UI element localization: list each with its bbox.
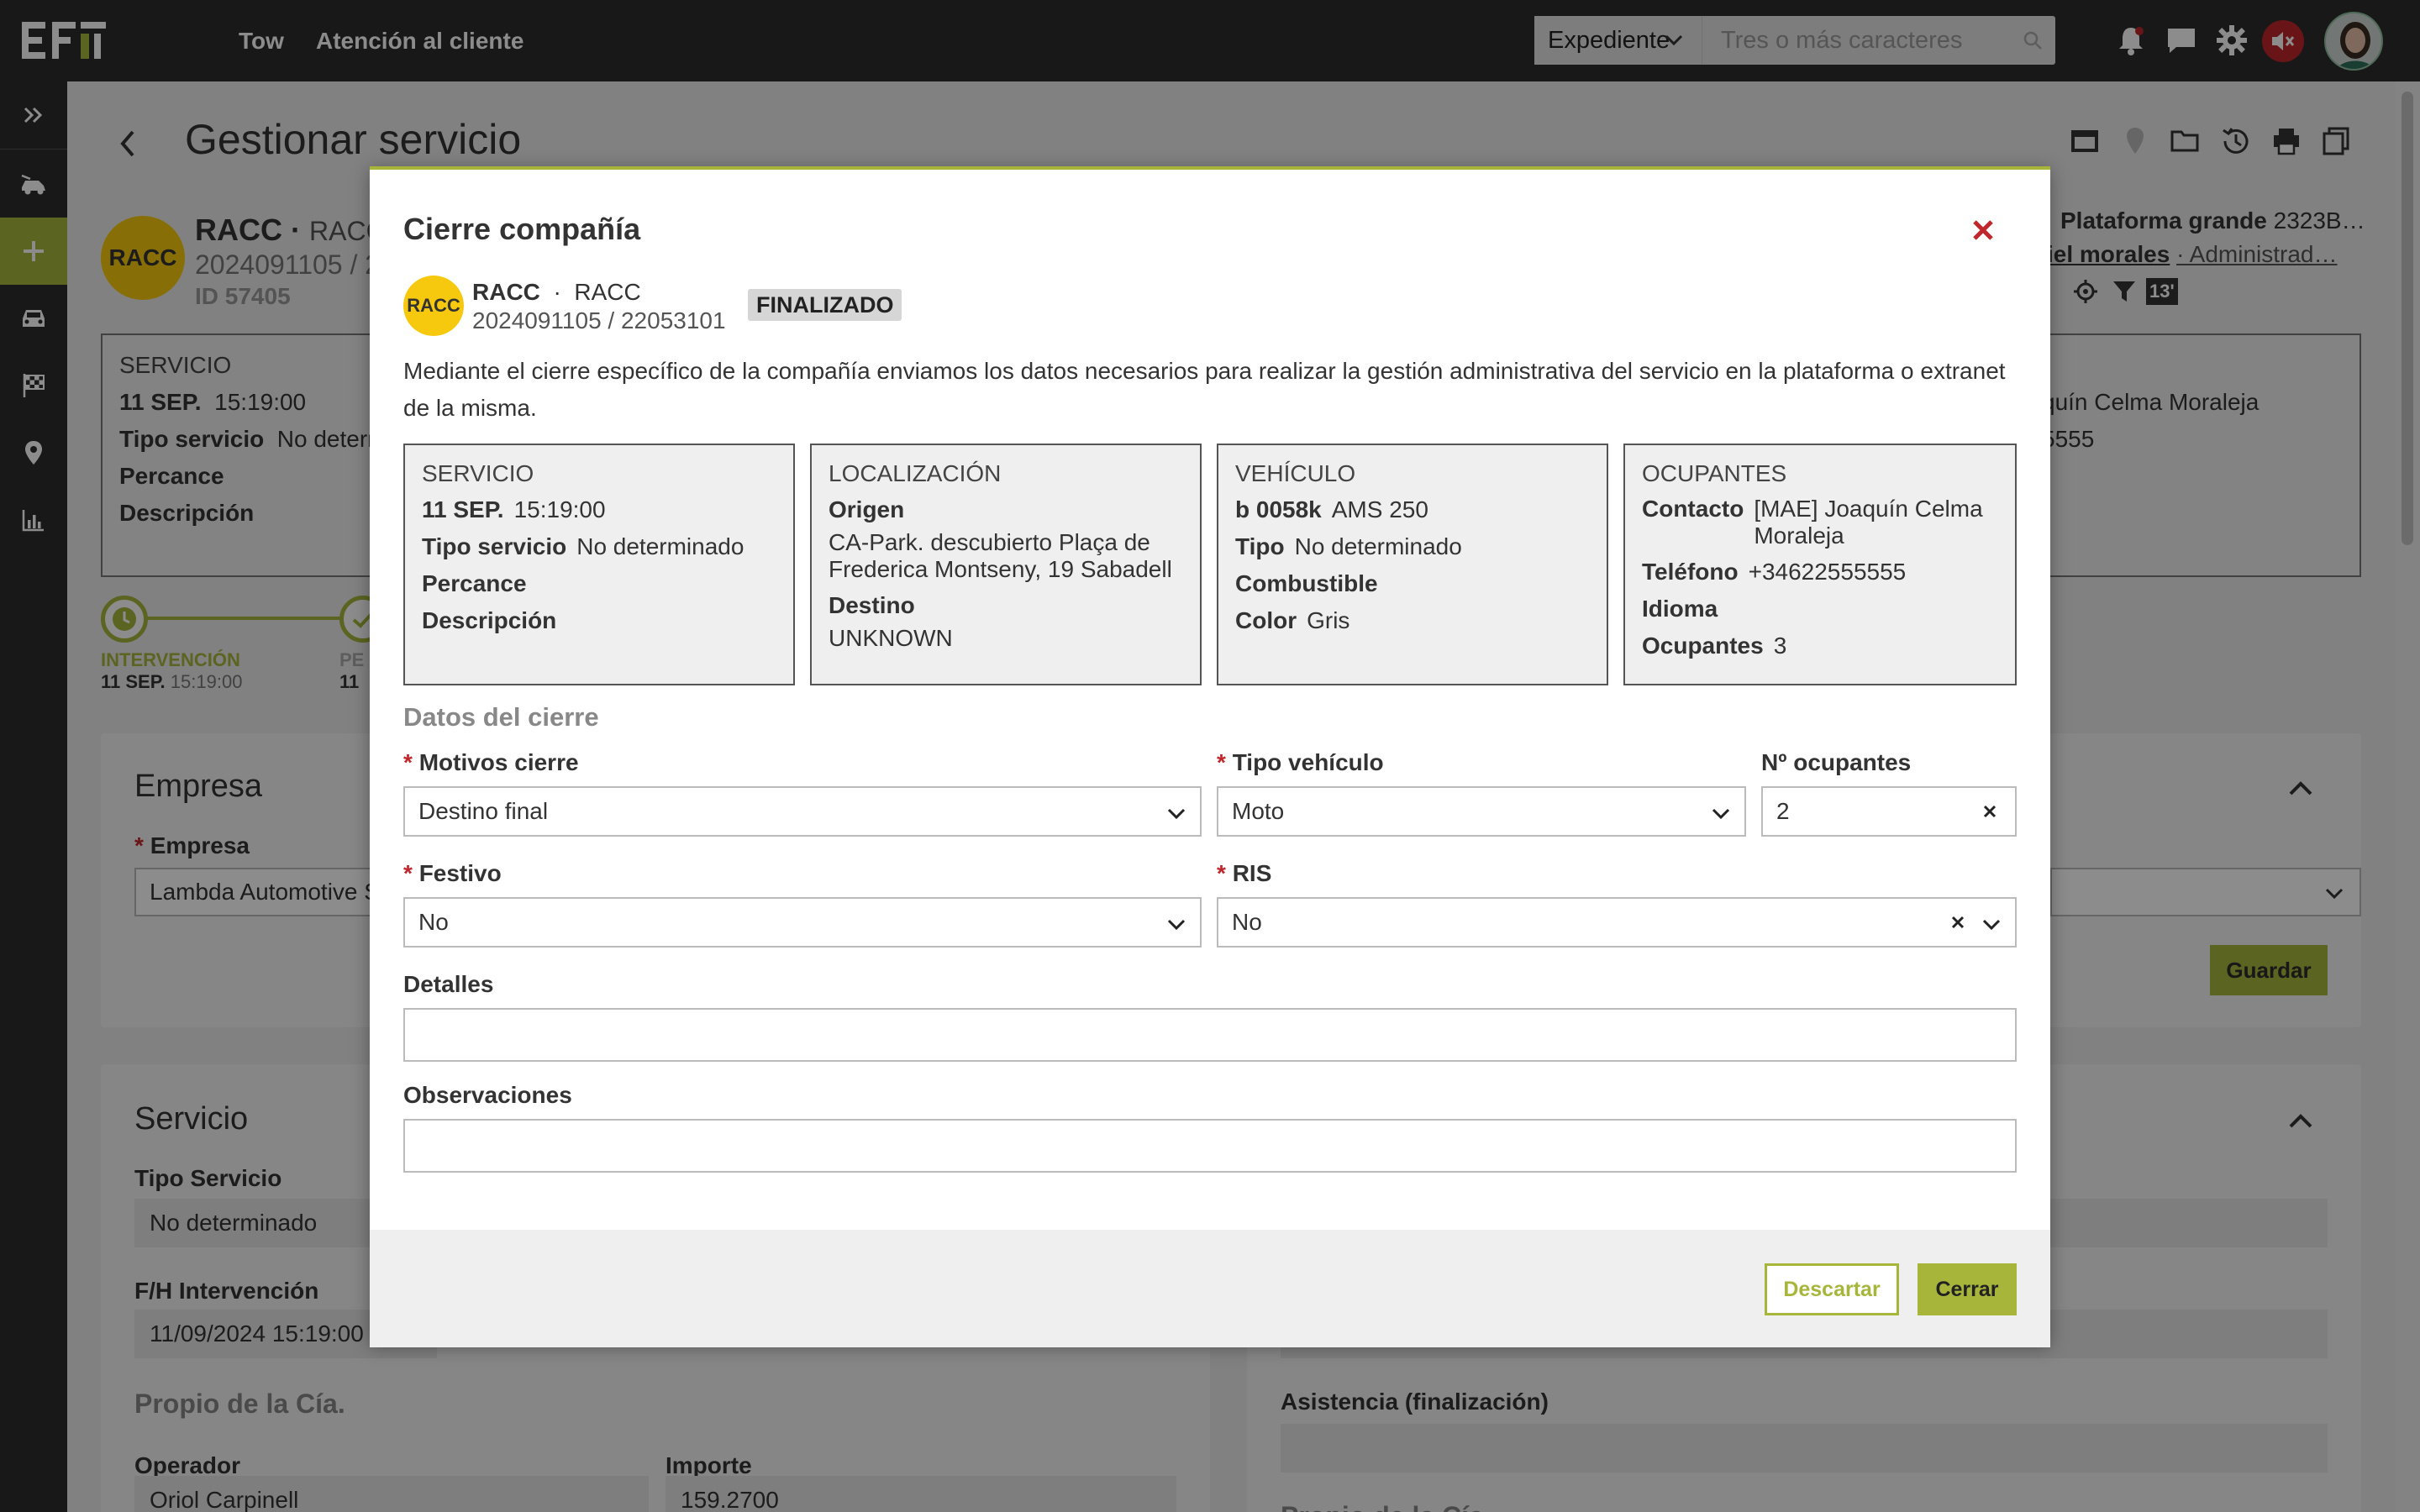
- festivo-value: No: [418, 909, 449, 935]
- vehiculo-plate-model: b 0058k AMS 250: [1235, 496, 1428, 522]
- modal-footer: Descartar Cerrar: [370, 1230, 2050, 1347]
- modal-company-title: RACC · RACC: [472, 279, 641, 305]
- modal-title: Cierre compañía: [403, 212, 641, 246]
- modal-service-ref: 2024091105 / 22053101: [472, 307, 726, 333]
- datos-cierre-title: Datos del cierre: [403, 702, 599, 732]
- observaciones-input[interactable]: [403, 1119, 2017, 1173]
- detalles-input[interactable]: [403, 1008, 2017, 1062]
- ris-select[interactable]: No: [1217, 897, 2017, 948]
- ocupantes-box-title: OCUPANTES: [1642, 460, 1787, 486]
- vehiculo-color: Color Gris: [1235, 607, 1350, 633]
- chevron-down-icon: [1712, 808, 1730, 820]
- status-badge: FINALIZADO: [748, 289, 902, 321]
- clear-icon[interactable]: [1948, 912, 1968, 932]
- cierre-compania-modal: Cierre compañía RACC RACC · RACC 2024091…: [370, 166, 2050, 1347]
- ocupantes-contacto: Contacto [MAE] Joaquín Celma Moraleja: [1642, 496, 1983, 549]
- chevron-down-icon: [1167, 808, 1186, 820]
- vehiculo-summary-box: VEHÍCULO b 0058k AMS 250 Tipo No determina…: [1217, 444, 1608, 685]
- descartar-button[interactable]: Descartar: [1765, 1263, 1899, 1315]
- servicio-percance: Percance: [422, 570, 527, 596]
- vehiculo-combustible: Combustible: [1235, 570, 1378, 596]
- close-icon[interactable]: [1966, 213, 2000, 247]
- ocupantes-summary-box: OCUPANTES Contacto [MAE] Joaquín Celma Mo…: [1623, 444, 2017, 685]
- ocupantes-count: Ocupantes 3: [1642, 633, 1787, 659]
- tipo-vehiculo-select[interactable]: Moto: [1217, 786, 1746, 837]
- modal-company-logo: RACC: [403, 276, 464, 336]
- ris-label: * RIS: [1217, 860, 1272, 886]
- servicio-box-title: SERVICIO: [422, 460, 534, 486]
- observaciones-label: Observaciones: [403, 1082, 572, 1108]
- tipo-vehiculo-label: * Tipo vehículo: [1217, 749, 1384, 775]
- destino-value: UNKNOWN: [829, 625, 953, 651]
- modal-description: Mediante el cierre específico de la comp…: [403, 358, 2006, 421]
- ocupantes-telefono: Teléfono +34622555555: [1642, 559, 1907, 585]
- motivos-cierre-value: Destino final: [418, 798, 549, 824]
- ocupantes-idioma: Idioma: [1642, 596, 1718, 622]
- motivos-cierre-label: * Motivos cierre: [403, 749, 579, 775]
- detalles-label: Detalles: [403, 971, 494, 997]
- localizacion-box-title: LOCALIZACIÓN: [829, 460, 1002, 486]
- n-ocupantes-label: Nº ocupantes: [1761, 749, 1912, 775]
- chevron-down-icon: [1982, 919, 2001, 931]
- festivo-label: * Festivo: [403, 860, 502, 886]
- origen-label: Origen: [829, 496, 905, 522]
- tipo-vehiculo-value: Moto: [1232, 798, 1285, 824]
- origen-value: CA-Park. descubierto Plaça de Frederica …: [829, 529, 1172, 582]
- festivo-select[interactable]: No: [403, 897, 1202, 948]
- motivos-cierre-select[interactable]: Destino final: [403, 786, 1202, 837]
- destino-label: Destino: [829, 592, 915, 618]
- servicio-type: Tipo servicio No determinado: [422, 533, 744, 559]
- localizacion-summary-box: LOCALIZACIÓN Origen CA-Park. descubierto…: [810, 444, 1202, 685]
- n-ocupantes-input[interactable]: 2: [1761, 786, 2017, 837]
- ris-value: No: [1232, 909, 1262, 935]
- clear-icon[interactable]: [1980, 801, 2000, 822]
- servicio-datetime: 11 SEP. 15:19:00: [422, 496, 606, 522]
- servicio-descripcion: Descripción: [422, 607, 557, 633]
- vehiculo-type: Tipo No determinado: [1235, 533, 1462, 559]
- vehiculo-box-title: VEHÍCULO: [1235, 460, 1356, 486]
- n-ocupantes-value: 2: [1776, 798, 1790, 824]
- chevron-down-icon: [1167, 919, 1186, 931]
- cerrar-button[interactable]: Cerrar: [1918, 1263, 2017, 1315]
- servicio-summary-box: SERVICIO 11 SEP. 15:19:00 Tipo servicio No…: [403, 444, 795, 685]
